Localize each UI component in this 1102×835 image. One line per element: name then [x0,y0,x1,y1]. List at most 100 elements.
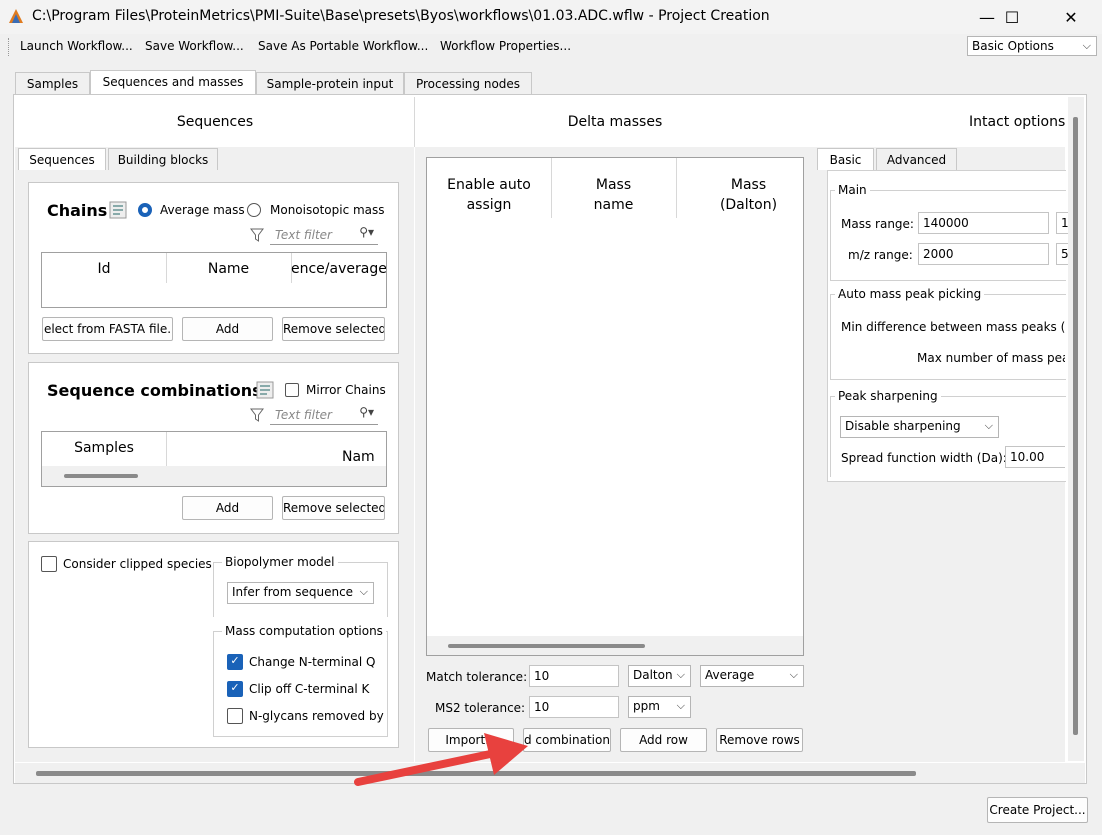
chevron-down-icon: ⌵ [359,585,368,598]
search-icon: ⚲▾ [359,405,374,419]
options-level-value: Basic Options [972,39,1054,53]
column-header-name[interactable]: Nam [342,449,386,465]
sequence-combinations-title: Sequence combinations [47,381,262,400]
clip-off-c-terminal-k-label: Clip off C-terminal K [249,682,370,696]
maximize-button[interactable]: ☐ [989,0,1035,34]
subtab-advanced[interactable]: Advanced [876,148,957,170]
delta-masses-table[interactable]: Enable auto assign Mass name Mass (Dalto… [426,157,804,656]
subtab-sequences[interactable]: Sequences [18,148,106,170]
column-header-mass-name[interactable]: Mass name [551,175,676,215]
biopolymer-model-select[interactable]: Infer from sequence ⌵ [227,582,374,604]
horizontal-scrollbar[interactable] [427,636,803,655]
biopolymer-model-label: Biopolymer model [222,555,338,569]
ms2-tolerance-label: MS2 tolerance: [435,701,526,715]
mass-computation-label: Mass computation options [222,624,386,638]
workflow-properties-button[interactable]: Workflow Properties... [440,39,571,53]
horizontal-scrollbar[interactable] [42,466,386,486]
chevron-down-icon: ⌵ [984,419,993,432]
save-portable-workflow-button[interactable]: Save As Portable Workflow... [258,39,428,53]
max-number-peaks-label: Max number of mass peal [917,351,1065,365]
chains-remove-selected-button[interactable]: Remove selected [282,317,385,341]
peak-sharpening-label: Peak sharpening [835,389,941,403]
edit-chains-icon[interactable] [109,201,127,219]
toolbar-grip [8,38,12,56]
clip-off-c-terminal-k-checkbox[interactable]: ✓ [227,681,243,697]
combinations-table[interactable]: Samples Nam [41,431,387,487]
match-tolerance-type-select[interactable]: Average ⌵ [700,665,804,687]
edit-combinations-icon[interactable] [256,381,274,399]
mass-range-min-input[interactable]: 140000 [918,212,1049,234]
filter-icon [250,228,264,242]
scrollbar-thumb[interactable] [448,644,645,648]
close-button[interactable]: ✕ [1048,0,1094,34]
main-horizontal-scrollbar[interactable] [15,763,1085,783]
tab-sample-protein-input[interactable]: Sample-protein input [256,72,404,94]
mz-range-min-input[interactable]: 2000 [918,243,1049,265]
column-header-mass-dalton[interactable]: Mass (Dalton) [676,175,803,215]
tab-processing-nodes[interactable]: Processing nodes [404,72,532,94]
match-tolerance-unit-select[interactable]: Dalton ⌵ [628,665,691,687]
combinations-filter-placeholder: Text filter [275,408,332,422]
main-group-label: Main [835,183,870,197]
chains-add-button[interactable]: Add [182,317,273,341]
main-group [830,190,1066,281]
chevron-down-icon: ⌵ [1082,39,1091,52]
column-divider [166,432,167,466]
delta-masses-header: Delta masses [567,114,663,130]
combinations-add-button[interactable]: Add [182,496,273,520]
column-header-samples[interactable]: Samples [42,440,166,456]
launch-workflow-button[interactable]: Launch Workflow... [20,39,133,53]
column-header-enable-auto-assign[interactable]: Enable auto assign [427,175,551,215]
spread-function-width-input[interactable]: 10.00 [1005,446,1065,468]
mirror-chains-label: Mirror Chains [306,383,386,397]
column-header-name[interactable]: Name [166,261,291,277]
subtab-basic[interactable]: Basic [817,148,874,170]
select-from-fasta-button[interactable]: elect from FASTA file. [42,317,173,341]
column-header-id[interactable]: Id [42,261,166,277]
save-workflow-button[interactable]: Save Workflow... [145,39,244,53]
ms2-tolerance-unit-select[interactable]: ppm ⌵ [628,696,691,718]
match-tolerance-input[interactable]: 10 [529,665,619,687]
peak-sharpening-select[interactable]: Disable sharpening ⌵ [840,416,999,438]
mz-range-max-input[interactable]: 5 [1056,243,1068,265]
ms2-tolerance-input[interactable]: 10 [529,696,619,718]
column-header-mass-type[interactable]: ence/average [291,261,386,277]
remove-rows-button[interactable]: Remove rows [716,728,803,752]
add-row-button[interactable]: Add row [620,728,707,752]
tab-samples[interactable]: Samples [15,72,90,94]
n-glycans-removed-label: N-glycans removed by [249,709,384,723]
chevron-down-icon: ⌵ [676,699,685,712]
combinations-remove-selected-button[interactable]: Remove selected [282,496,385,520]
combinations-text-filter[interactable]: Text filter ⚲▾ [270,404,378,425]
mass-range-max-input[interactable]: 1 [1056,212,1068,234]
chains-table[interactable]: Id Name ence/average [41,252,387,308]
options-level-select[interactable]: Basic Options ⌵ [967,36,1097,56]
chains-filter-placeholder: Text filter [275,228,332,242]
chains-text-filter[interactable]: Text filter ⚲▾ [270,224,378,245]
create-project-button[interactable]: Create Project... [987,797,1088,823]
tab-sequences-and-masses[interactable]: Sequences and masses [90,70,256,95]
scrollbar-thumb[interactable] [1073,117,1078,735]
consider-clipped-checkbox[interactable] [41,556,57,572]
mz-range-label: m/z range: [848,248,913,262]
app-logo-icon [9,9,23,23]
filter-icon [250,408,264,422]
match-tolerance-type-value: Average [705,668,755,682]
sequences-header: Sequences [176,114,254,130]
vertical-scrollbar[interactable] [1068,97,1084,761]
auto-mass-peak-label: Auto mass peak picking [835,287,985,301]
subtab-building-blocks[interactable]: Building blocks [108,148,218,170]
average-mass-label: Average mass [160,203,245,217]
min-difference-label: Min difference between mass peaks (Da [841,320,1065,334]
monoisotopic-mass-radio[interactable] [247,203,261,217]
intact-options-header: Intact options [969,114,1066,130]
chevron-down-icon: ⌵ [789,668,798,681]
n-glycans-removed-checkbox[interactable] [227,708,243,724]
search-icon: ⚲▾ [359,225,374,239]
spread-function-width-label: Spread function width (Da): [841,451,1007,465]
mirror-chains-checkbox[interactable] [285,383,299,397]
change-n-terminal-q-checkbox[interactable]: ✓ [227,654,243,670]
average-mass-radio[interactable] [138,203,152,217]
mass-range-label: Mass range: [841,217,914,231]
scrollbar-thumb[interactable] [64,474,138,478]
